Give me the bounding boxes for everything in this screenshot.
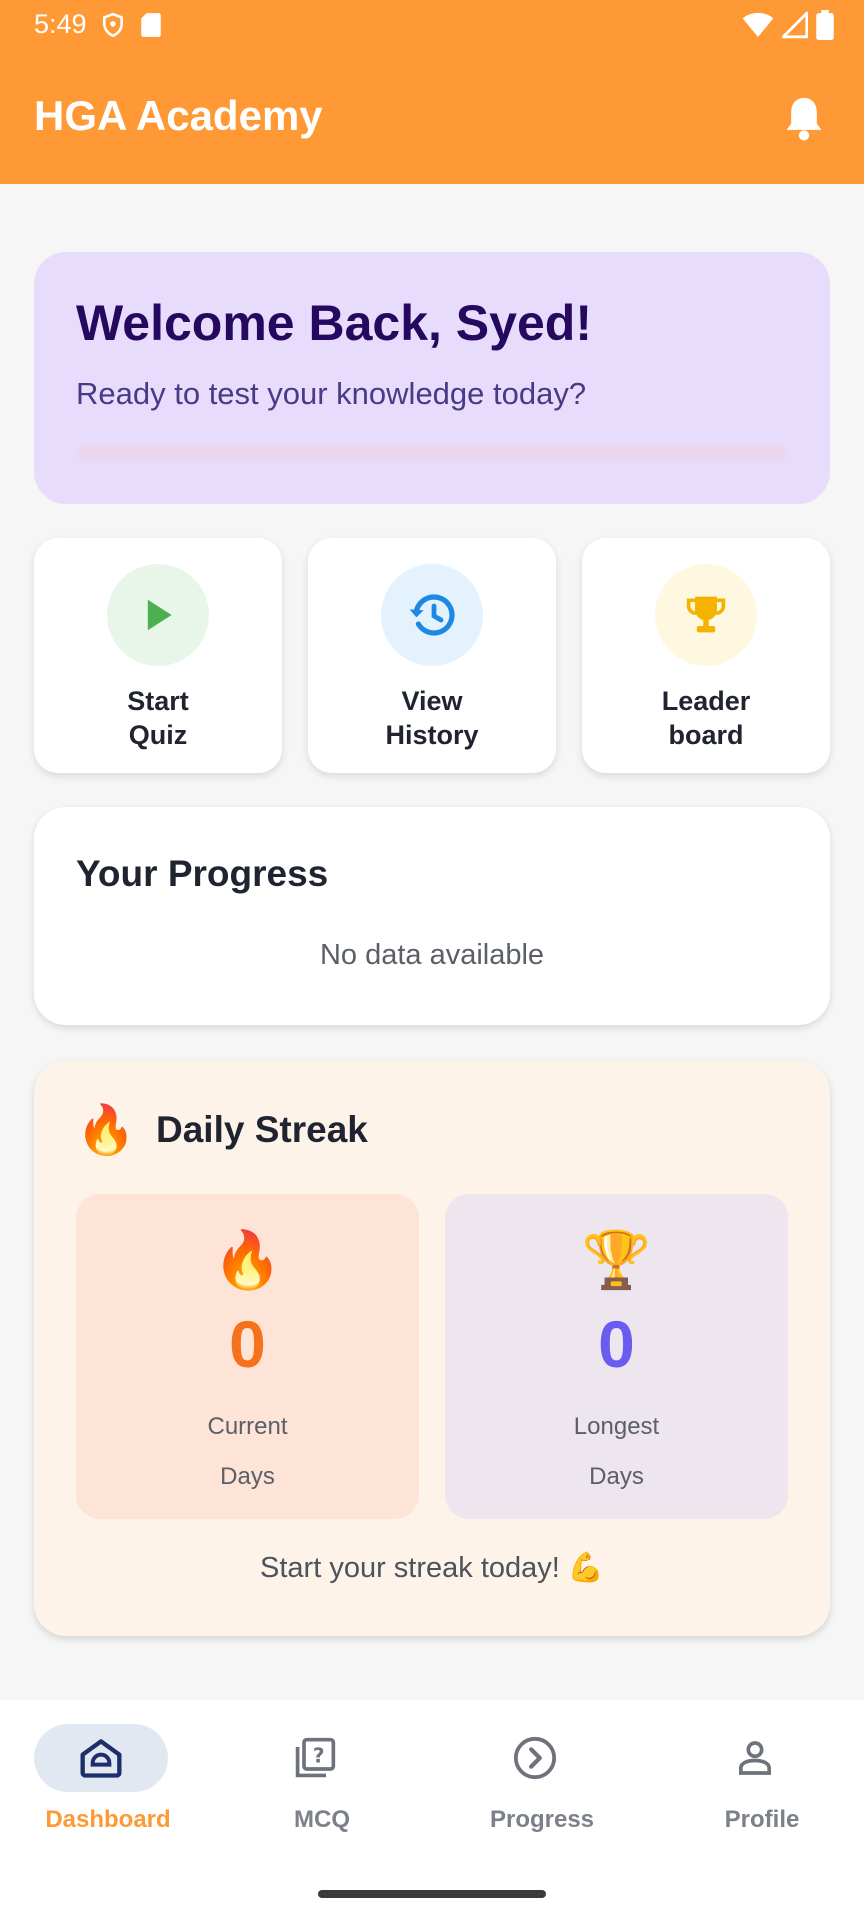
longest-streak-label: Longest Days	[573, 1413, 660, 1490]
longest-streak-box: 🏆 0 Longest Days	[445, 1194, 788, 1519]
welcome-progress-bar	[76, 445, 788, 461]
view-history-icon-circle	[381, 564, 483, 666]
nav-label-dashboard: Dashboard	[45, 1806, 171, 1833]
person-icon	[739, 1741, 771, 1775]
play-icon	[147, 599, 172, 631]
nav-label-profile: Profile	[724, 1806, 800, 1833]
status-bar: 5:49	[0, 0, 864, 50]
sd-card-icon	[141, 13, 161, 37]
current-streak-label: Current Days	[207, 1413, 288, 1490]
trophy-icon	[686, 596, 726, 633]
progress-empty-text: No data available	[319, 939, 545, 971]
leaderboard-icon-circle	[655, 564, 757, 666]
current-streak-box: 🔥 0 Current Days	[76, 1194, 419, 1519]
daily-streak-card: 🔥 Daily Streak 🔥 0 Current Days 🏆 0 Long…	[34, 1061, 830, 1636]
app-title: HGA Academy	[34, 92, 323, 139]
chevron-circle-icon	[513, 1736, 557, 1780]
status-time: 5:49	[34, 9, 87, 39]
bell-icon[interactable]	[782, 94, 826, 142]
leaderboard-label: Leader board	[661, 686, 751, 750]
nav-item-progress[interactable]: Progress	[434, 1724, 650, 1844]
current-streak-value: 0	[229, 1307, 266, 1381]
start-quiz-label: Start Quiz	[127, 686, 189, 750]
welcome-subtitle: Ready to test your knowledge today?	[76, 376, 587, 411]
nav-label-progress: Progress	[489, 1806, 595, 1833]
history-icon	[409, 594, 455, 636]
fire-icon: 🔥	[76, 1104, 136, 1157]
nav-item-mcq[interactable]: ? MCQ	[214, 1724, 430, 1844]
progress-title: Your Progress	[76, 853, 329, 894]
nav-active-indicator	[34, 1724, 168, 1792]
progress-card: Your Progress No data available	[34, 807, 830, 1025]
streak-title: Daily Streak	[156, 1109, 368, 1150]
wifi-icon	[742, 12, 774, 38]
app-bar: HGA Academy	[0, 50, 864, 184]
home-indicator[interactable]	[318, 1890, 546, 1898]
battery-icon	[816, 10, 834, 40]
shield-icon	[103, 12, 123, 38]
view-history-button[interactable]: View History	[308, 538, 556, 773]
signal-icon	[782, 11, 808, 39]
leaderboard-button[interactable]: Leader board	[582, 538, 830, 773]
longest-streak-value: 0	[598, 1307, 635, 1381]
bottom-nav: Dashboard ? MCQ Progress Profile	[0, 1700, 864, 1920]
view-history-label: View History	[385, 686, 479, 750]
welcome-title: Welcome Back, Syed!	[76, 295, 592, 351]
start-quiz-button[interactable]: Start Quiz	[34, 538, 282, 773]
svg-text:?: ?	[313, 1744, 325, 1768]
nav-item-dashboard[interactable]: Dashboard	[0, 1724, 216, 1844]
nav-item-profile[interactable]: Profile	[654, 1724, 864, 1844]
start-quiz-icon-circle	[107, 564, 209, 666]
streak-message: Start your streak today! 💪	[260, 1552, 604, 1584]
nav-label-mcq: MCQ	[294, 1806, 350, 1833]
trophy-icon: 🏆	[581, 1228, 652, 1291]
home-icon	[80, 1739, 122, 1778]
quiz-icon: ?	[295, 1737, 336, 1778]
fire-icon: 🔥	[212, 1228, 283, 1291]
welcome-card: Welcome Back, Syed! Ready to test your k…	[34, 252, 830, 504]
